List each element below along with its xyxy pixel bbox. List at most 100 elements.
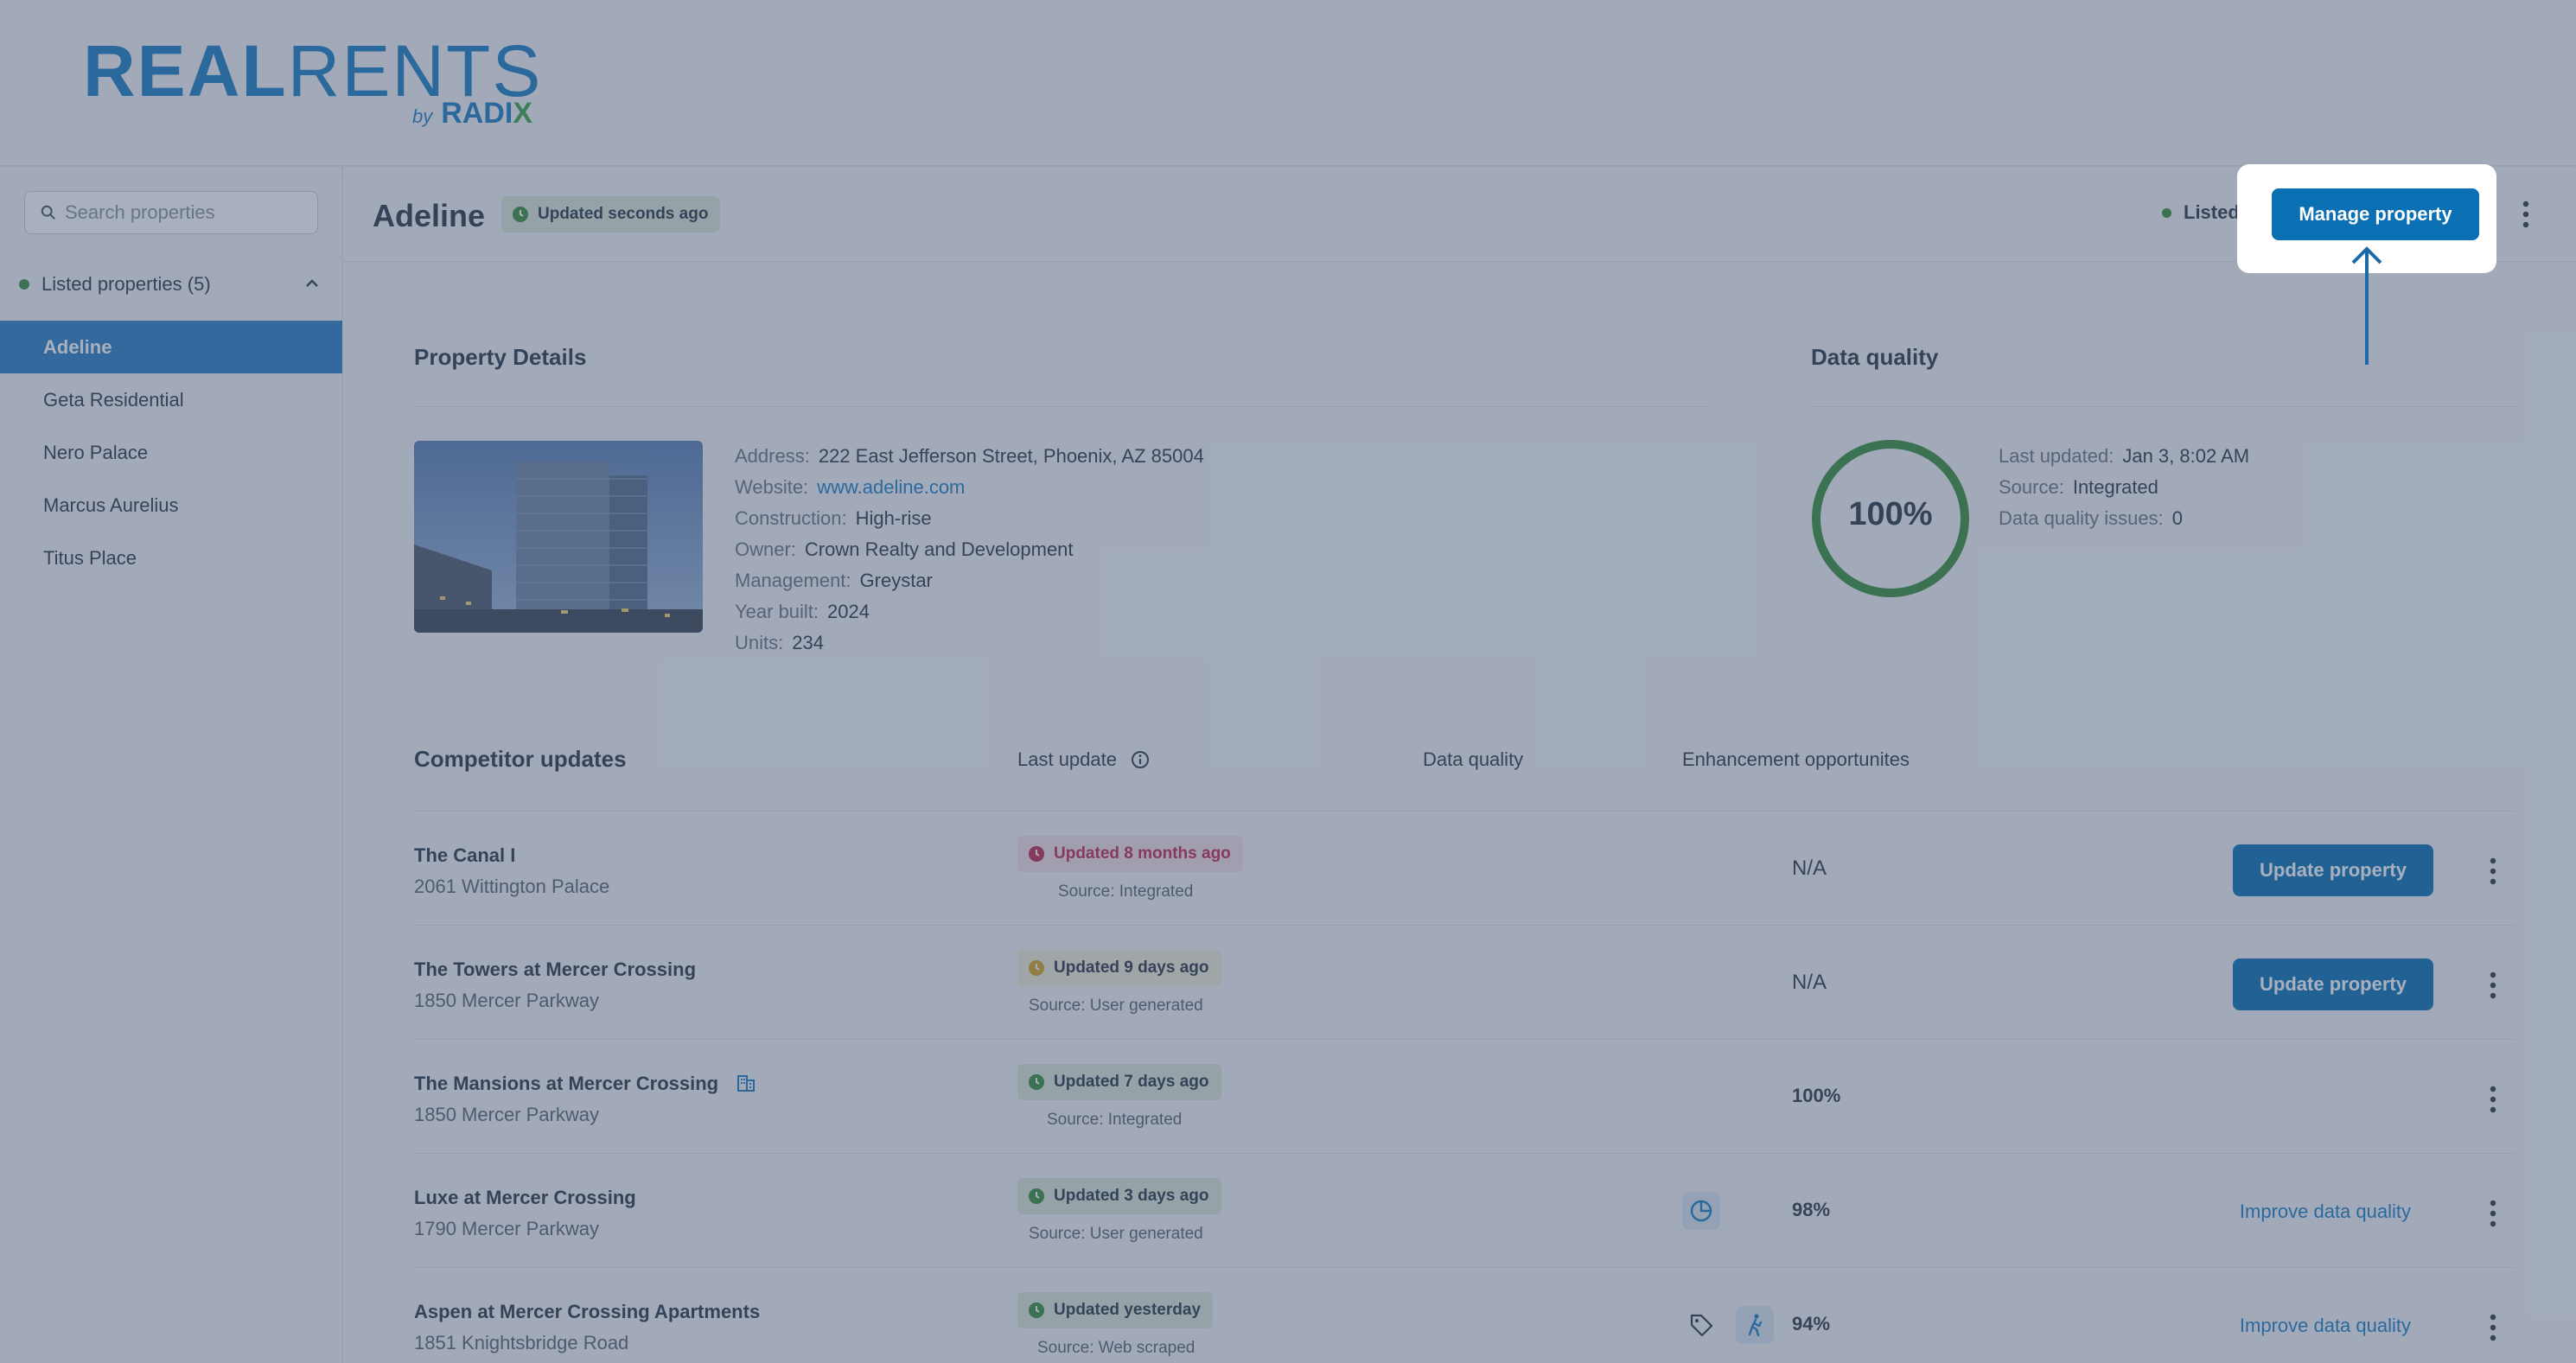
row-more-icon[interactable] — [2489, 1085, 2497, 1114]
table-row[interactable]: The Mansions at Mercer Crossing 1850 Mer… — [414, 1039, 2515, 1153]
clock-icon — [1029, 846, 1044, 862]
listing-status: Listed — [2162, 201, 2240, 224]
property-details-title: Property Details — [414, 344, 587, 370]
update-badge: Updated 9 days ago — [1017, 950, 1221, 986]
table-row[interactable]: The Canal I 2061 Wittington Palace Updat… — [414, 811, 2515, 925]
sidebar-item-geta-residential[interactable]: Geta Residential — [0, 373, 342, 426]
source-text: Source: Integrated — [1058, 882, 1194, 901]
enhancement-item[interactable] — [1682, 1192, 1720, 1230]
data-quality-value: 94% — [1792, 1313, 1831, 1334]
listed-status-dot — [19, 279, 29, 290]
source-text: Source: Web scraped — [1037, 1339, 1196, 1357]
arrow-up-icon — [2351, 246, 2382, 365]
dq-issues: Data quality issues: 0 — [1999, 507, 2184, 529]
detail-website: Website: www.adeline.com — [735, 476, 966, 498]
data-quality-value: 98% — [1792, 1199, 1831, 1220]
property-details: Address: 222 East Jefferson Street, Phoen… — [735, 441, 1204, 659]
manage-property-button[interactable]: Manage property — [2272, 188, 2479, 240]
sidebar: Listed properties (5) Adeline Geta Resid… — [0, 167, 342, 1363]
updated-text: Updated seconds ago — [538, 205, 709, 223]
competitor-updates-title: Competitor updates — [414, 746, 627, 772]
detail-owner: Owner: Crown Realty and Development — [735, 538, 1074, 560]
dq-source: Source: Integrated — [1999, 476, 2158, 498]
updated-badge: Updated seconds ago — [501, 196, 721, 232]
competitor-name[interactable]: The Canal I — [414, 844, 515, 867]
competitor-address: 1790 Mercer Parkway — [414, 1218, 599, 1239]
info-icon[interactable] — [1131, 750, 1150, 769]
update-property-button[interactable]: Update property — [2233, 844, 2433, 896]
update-property-button[interactable]: Update property — [2233, 959, 2433, 1010]
competitor-address: 1850 Mercer Parkway — [414, 1104, 599, 1125]
col-data-quality: Data quality — [1423, 748, 1524, 770]
source-text: Source: Integrated — [1047, 1111, 1183, 1129]
row-more-icon[interactable] — [2489, 857, 2497, 886]
clock-icon — [1029, 1188, 1044, 1204]
competitor-name[interactable]: Aspen at Mercer Crossing Apartments — [414, 1301, 760, 1323]
detail-management: Management: Greystar — [735, 570, 933, 591]
property-list: Adeline Geta Residential Nero Palace Mar… — [0, 321, 342, 584]
building-icon — [737, 1075, 756, 1092]
data-quality-details: Last updated: Jan 3, 8:02 AM Source: Integ… — [1999, 441, 2249, 534]
row-more-icon[interactable] — [2489, 971, 2497, 1000]
sidebar-item-nero-palace[interactable]: Nero Palace — [0, 426, 342, 479]
clock-icon — [513, 207, 528, 222]
competitor-name[interactable]: Luxe at Mercer Crossing — [414, 1187, 636, 1209]
update-badge: Updated 7 days ago — [1017, 1064, 1221, 1100]
detail-construction: Construction: High-rise — [735, 507, 932, 529]
realrents-logo[interactable]: REALRENTS by RADIX — [83, 35, 540, 130]
competitor-address: 2061 Wittington Palace — [414, 876, 610, 897]
search-box[interactable] — [24, 191, 318, 234]
data-quality-percent: 100% — [1848, 496, 1933, 532]
data-quality-value: N/A — [1792, 857, 1827, 880]
competitor-name[interactable]: The Mansions at Mercer Crossing — [414, 1073, 756, 1095]
table-row[interactable]: The Towers at Mercer Crossing 1850 Merce… — [414, 925, 2515, 1039]
col-last-update: Last update — [1017, 748, 1150, 771]
listed-properties-toggle[interactable]: Listed properties (5) — [19, 267, 322, 302]
sidebar-item-marcus-aurelius[interactable]: Marcus Aurelius — [0, 479, 342, 532]
dq-last-updated: Last updated: Jan 3, 8:02 AM — [1999, 445, 2250, 467]
enhancement-item[interactable] — [1736, 1306, 1774, 1344]
detail-address: Address: 222 East Jefferson Street, Phoen… — [735, 445, 1204, 467]
table-row[interactable]: Aspen at Mercer Crossing Apartments 1851… — [414, 1267, 2515, 1363]
top-bar: REALRENTS by RADIX — [0, 0, 2576, 166]
detail-units: Units: 234 — [735, 632, 824, 653]
sidebar-item-adeline[interactable]: Adeline — [0, 321, 342, 373]
competitor-name[interactable]: The Towers at Mercer Crossing — [414, 959, 696, 981]
logo-subtitle: by RADIX — [411, 97, 532, 130]
update-badge: Updated 8 months ago — [1017, 836, 1243, 872]
row-more-icon[interactable] — [2489, 1313, 2497, 1342]
pie-chart-icon — [1690, 1200, 1712, 1222]
source-text: Source: User generated — [1029, 1225, 1203, 1243]
more-options-icon[interactable] — [2522, 200, 2530, 229]
improve-data-quality-link[interactable]: Improve data quality — [2240, 1201, 2411, 1223]
clock-icon — [1029, 1302, 1044, 1318]
competitor-address: 1850 Mercer Parkway — [414, 990, 599, 1011]
enhancement-item[interactable] — [1682, 1306, 1720, 1344]
search-input[interactable] — [65, 201, 307, 224]
clock-icon — [1029, 960, 1044, 976]
divider — [1811, 406, 2516, 407]
main-content: Property Details Address: 222 East Jeffer… — [343, 263, 2576, 1363]
table-row[interactable]: Luxe at Mercer Crossing 1790 Mercer Park… — [414, 1153, 2515, 1267]
data-quality-title: Data quality — [1811, 344, 1939, 370]
competitor-address: 1851 Knightsbridge Road — [414, 1332, 629, 1353]
chevron-up-icon — [306, 279, 318, 287]
source-text: Source: User generated — [1029, 997, 1203, 1015]
page-title: Adeline — [373, 198, 486, 233]
status-dot — [2162, 207, 2171, 218]
improve-data-quality-link[interactable]: Improve data quality — [2240, 1315, 2411, 1337]
group-label: Listed properties (5) — [41, 273, 211, 295]
tag-icon — [1690, 1314, 1713, 1337]
data-quality-value: 100% — [1792, 1085, 1841, 1106]
status-text: Listed — [2184, 201, 2240, 223]
divider — [414, 406, 1711, 407]
walking-person-icon — [1748, 1314, 1763, 1337]
data-quality-value: N/A — [1792, 971, 1827, 994]
sidebar-item-titus-place[interactable]: Titus Place — [0, 532, 342, 584]
app-root: REALRENTS byRADIX Listed properties (5) … — [0, 0, 2576, 1363]
clock-icon — [1029, 1074, 1044, 1090]
website-link[interactable]: www.adeline.com — [817, 476, 965, 498]
row-more-icon[interactable] — [2489, 1199, 2497, 1228]
property-photo — [414, 441, 703, 633]
search-icon — [41, 205, 55, 220]
